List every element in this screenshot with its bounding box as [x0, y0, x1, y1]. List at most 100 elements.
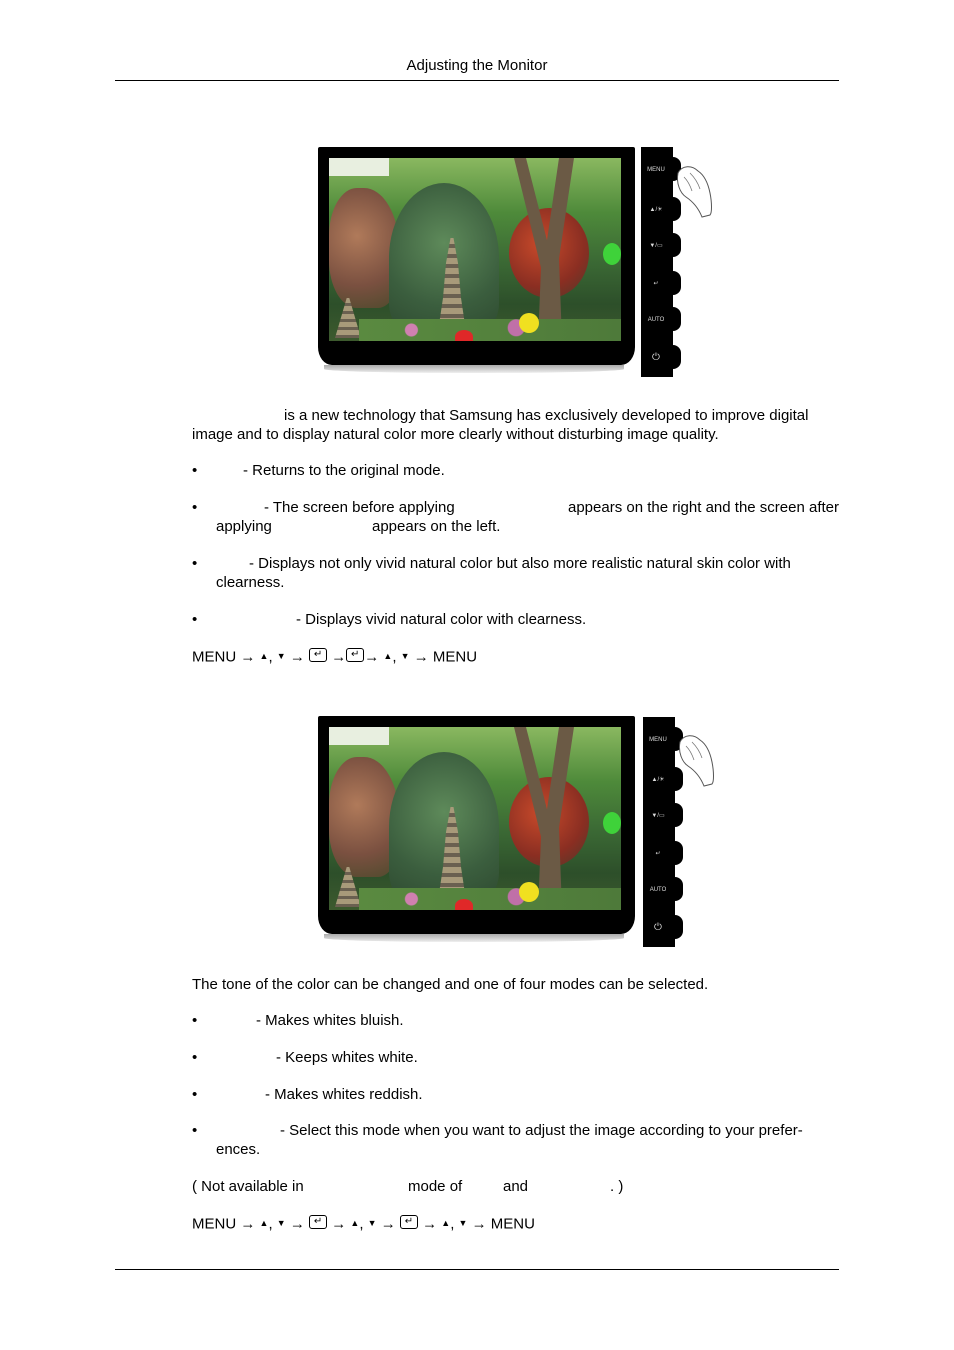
auto-icon: AUTO: [647, 317, 665, 323]
list-item: • - Select this mode when you want to ad…: [192, 1121, 839, 1161]
pressing-hand-icon: [677, 166, 712, 218]
up-triangle-icon: ▲: [259, 1217, 269, 1228]
monitor-illustration-2: [318, 716, 636, 948]
power-icon: ⏻: [652, 352, 660, 363]
note-part-b: mode of: [408, 1178, 463, 1195]
up-triangle-icon: ▲: [350, 1217, 360, 1228]
list-item-text: - Makes whites bluish.: [256, 1012, 404, 1029]
list-item-text-c: applying: [216, 518, 272, 535]
list-item-text: - Displays vivid natural color with clea…: [296, 611, 587, 628]
enter-key-icon: ↵: [309, 648, 328, 663]
comma: ,: [450, 1215, 455, 1233]
menu-sequence-2: MENU → ▲, ▼ → ↵ → ▲, ▼ → ↵ → ▲, ▼ → MENU: [192, 1214, 535, 1234]
note-part-a: ( Not available in: [192, 1178, 304, 1195]
list-item-text-d: appears on the left.: [372, 518, 501, 535]
arrow-right-icon: →: [289, 648, 305, 666]
comma: ,: [268, 1215, 273, 1233]
down-source-icon: ▼/▭: [651, 813, 665, 819]
section1-intro-line1: is a new technology that Samsung has exc…: [284, 407, 809, 424]
list-item-line2: clearness.: [216, 574, 285, 591]
list-item-text: - Makes whites reddish.: [265, 1086, 423, 1103]
monitor-screen-photo: [329, 727, 621, 910]
bullet-dot: •: [192, 611, 198, 628]
list-item-line1: - Displays not only vivid natural color …: [249, 555, 791, 572]
arrow-right-icon: →: [331, 648, 347, 666]
up-brightness-icon: ▲/☀: [651, 777, 665, 783]
menu-icon: MENU: [649, 737, 667, 743]
bullet-dot: •: [192, 462, 198, 479]
arrow-right-icon: →: [331, 1215, 347, 1233]
up-brightness-icon: ▲/☀: [649, 207, 663, 213]
monitor-illustration-1: [318, 147, 636, 379]
list-item-text-a: - The screen before applying: [264, 499, 455, 516]
bullet-dot: •: [192, 555, 198, 572]
menu-label: MENU: [432, 648, 478, 666]
arrow-right-icon: →: [364, 648, 380, 666]
arrow-right-icon: →: [471, 1215, 487, 1233]
bullet-dot: •: [192, 499, 198, 516]
monitor-stand: [324, 365, 624, 373]
list-item-text: - Keeps whites white.: [276, 1049, 418, 1066]
menu-label: MENU: [192, 648, 237, 666]
arrow-right-icon: →: [413, 648, 429, 666]
list-item: • - The screen before applying appears o…: [192, 498, 839, 538]
power-icon: ⏻: [654, 922, 662, 933]
section2-intro: The tone of the color can be changed and…: [192, 976, 709, 993]
down-triangle-icon: ▼: [400, 650, 410, 661]
enter-key-icon: ↵: [399, 1215, 418, 1230]
panel-button-enter: ↵: [643, 841, 683, 867]
panel-button-down-source: ▼/▭: [641, 233, 681, 259]
panel-button-power: ⏻: [643, 915, 683, 941]
list-item-text-b: appears on the right and the screen afte…: [567, 499, 839, 516]
up-triangle-icon: ▲: [259, 650, 269, 661]
monitor-button-panel-2: MENU ▲/☀ ▼/▭ ↵ AUTO ⏻: [643, 717, 683, 947]
down-source-icon: ▼/▭: [649, 243, 663, 249]
section1-intro-line2: image and to display natural color more …: [192, 426, 719, 443]
panel-button-down-source: ▼/▭: [643, 803, 683, 829]
bullet-dot: •: [192, 1086, 198, 1103]
list-item-text: - Returns to the original mode.: [243, 462, 445, 479]
comma: ,: [392, 648, 397, 666]
footer-rule: [115, 1269, 839, 1270]
arrow-right-icon: →: [240, 1215, 256, 1233]
down-triangle-icon: ▼: [367, 1217, 377, 1228]
up-triangle-icon: ▲: [441, 1217, 451, 1228]
arrow-right-icon: →: [422, 1215, 438, 1233]
menu-icon: MENU: [647, 167, 665, 173]
enter-icon: ↵: [655, 851, 661, 857]
bullet-dot: •: [192, 1122, 198, 1139]
up-triangle-icon: ▲: [383, 650, 393, 661]
header-rule: [115, 80, 839, 81]
availability-note: ( Not available in mode of and . ): [192, 1177, 839, 1196]
arrow-right-icon: →: [289, 1215, 305, 1233]
list-item: • - Displays not only vivid natural colo…: [192, 554, 839, 594]
enter-key-icon: ↵: [309, 1215, 328, 1230]
panel-button-auto: AUTO: [641, 307, 681, 333]
section1-intro: is a new technology that Samsung has exc…: [192, 406, 839, 444]
pressing-hand-icon: [679, 735, 714, 787]
monitor-screen-photo: [329, 158, 621, 341]
panel-button-auto: AUTO: [643, 877, 683, 903]
down-triangle-icon: ▼: [276, 650, 286, 661]
enter-key-icon: ↵: [346, 648, 365, 663]
monitor-stand: [324, 934, 624, 942]
arrow-right-icon: →: [240, 648, 256, 666]
enter-icon: ↵: [653, 281, 659, 287]
down-triangle-icon: ▼: [276, 1217, 286, 1228]
page-header-title: Adjusting the Monitor: [406, 57, 548, 74]
arrow-right-icon: →: [380, 1215, 396, 1233]
panel-button-enter: ↵: [641, 271, 681, 297]
comma: ,: [359, 1215, 364, 1233]
down-triangle-icon: ▼: [458, 1217, 468, 1228]
menu-sequence-1: MENU → ▲, ▼ → ↵ → ↵ → ▲, ▼ → MENU: [192, 647, 477, 667]
monitor-button-panel-1: MENU ▲/☀ ▼/▭ ↵ AUTO ⏻: [641, 147, 681, 377]
list-item-line1: - Select this mode when you want to adju…: [280, 1122, 803, 1139]
panel-button-power: ⏻: [641, 345, 681, 371]
comma: ,: [268, 648, 273, 666]
bullet-dot: •: [192, 1049, 198, 1066]
note-part-d: . ): [610, 1178, 624, 1195]
auto-icon: AUTO: [649, 887, 667, 893]
menu-label: MENU: [490, 1215, 535, 1233]
note-part-c: and: [503, 1178, 529, 1195]
list-item-line2: ences.: [216, 1141, 261, 1158]
